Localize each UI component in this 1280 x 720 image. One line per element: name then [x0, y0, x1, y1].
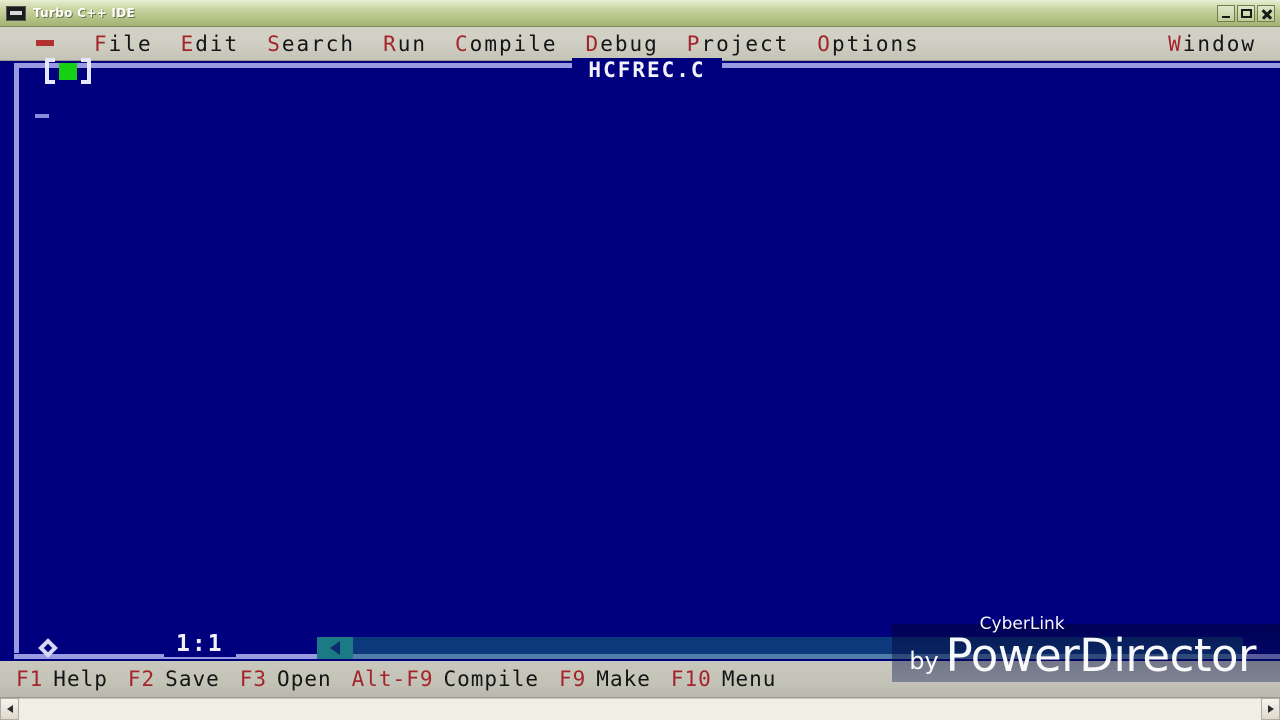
menu-item-debug[interactable]: Debug	[572, 27, 673, 60]
fkey-code: F3	[239, 667, 268, 691]
fkey-help[interactable]: F1 Help	[0, 667, 118, 691]
function-key-bar: F1 Help F2 Save F3 Open Alt-F9 Compile F9 Mak…	[0, 661, 1280, 697]
fkey-label: Compile	[443, 667, 539, 691]
minimize-button[interactable]	[1217, 4, 1235, 22]
fkey-code: F10	[670, 667, 712, 691]
close-box-square-icon	[59, 62, 77, 80]
menu-hotkey: P	[686, 31, 702, 56]
editor-text-area[interactable]	[19, 68, 1280, 653]
menu-item-options[interactable]: Options	[803, 27, 934, 60]
fkey-code: F9	[559, 667, 587, 691]
menu-hotkey: E	[180, 31, 196, 56]
scrollbar-track[interactable]	[19, 698, 1261, 720]
horizontal-scrollbar-track[interactable]	[353, 637, 1243, 659]
menu-hotkey: D	[585, 31, 601, 56]
menu-item-search[interactable]: Search	[253, 27, 369, 60]
close-box-right-bracket	[81, 58, 91, 84]
ide-desktop: HCFREC.C 1:1	[0, 58, 1280, 661]
menu-label: earch	[281, 31, 356, 56]
fkey-save[interactable]: F2 Save	[118, 667, 230, 691]
scroll-left-arrow-icon[interactable]	[0, 698, 19, 720]
menu-hotkey: R	[383, 31, 398, 56]
text-cursor	[35, 114, 49, 118]
close-button[interactable]	[1257, 4, 1275, 22]
menu-item-edit[interactable]: Edit	[167, 27, 254, 60]
menu-hotkey: W	[1168, 31, 1183, 56]
horizontal-scrollbar	[0, 697, 1280, 720]
fkey-label: Menu	[721, 667, 777, 691]
system-menu-icon[interactable]	[36, 39, 54, 48]
horizontal-scroll-left-arrow-icon[interactable]	[317, 637, 353, 659]
editor-close-box[interactable]	[45, 58, 91, 84]
menu-item-file[interactable]: File	[80, 27, 167, 60]
fkey-label: Help	[53, 667, 108, 691]
fkey-label: Open	[277, 667, 332, 691]
menu-item-window[interactable]: Window	[1154, 27, 1280, 60]
menu-label: ompile	[469, 31, 558, 56]
window-controls	[1217, 4, 1278, 22]
fkey-label: Save	[165, 667, 220, 691]
maximize-button[interactable]	[1237, 4, 1255, 22]
ide-menubar: File Edit Search Run Compile Debug Proje…	[0, 27, 1280, 61]
menu-item-compile[interactable]: Compile	[441, 27, 572, 60]
menu-label: dit	[195, 31, 240, 56]
fkey-label: Make	[596, 667, 651, 691]
dos-app-icon	[6, 5, 26, 21]
menu-hotkey: C	[455, 31, 470, 56]
menu-hotkey: S	[267, 31, 282, 56]
menu-hotkey: F	[94, 31, 109, 56]
menu-label: indow	[1182, 31, 1256, 56]
fkey-make[interactable]: F9 Make	[549, 667, 661, 691]
fkey-code: F1	[16, 667, 44, 691]
menu-hotkey: O	[817, 31, 832, 56]
scroll-right-arrow-icon[interactable]	[1261, 698, 1280, 720]
fkey-menu[interactable]: F10 Menu	[661, 667, 787, 691]
fkey-code: Alt-F9	[351, 667, 434, 691]
close-box-left-bracket	[45, 58, 55, 84]
fkey-compile[interactable]: Alt-F9 Compile	[342, 667, 549, 691]
fkey-code: F2	[127, 667, 156, 691]
menu-label: ebug	[600, 31, 659, 56]
window-titlebar: Turbo C++ IDE	[0, 0, 1280, 27]
menu-label: ile	[108, 31, 153, 56]
fkey-open[interactable]: F3 Open	[230, 667, 342, 691]
menu-item-project[interactable]: Project	[673, 27, 804, 60]
menu-label: un	[397, 31, 428, 56]
menu-label: ptions	[831, 31, 920, 56]
turbo-cpp-ide-window: Turbo C++ IDE File Edit Search Run Compi…	[0, 0, 1280, 720]
editor-window: HCFREC.C 1:1	[14, 58, 1280, 659]
window-title: Turbo C++ IDE	[33, 6, 135, 20]
menu-label: roject	[701, 31, 790, 56]
menu-item-run[interactable]: Run	[369, 27, 441, 60]
